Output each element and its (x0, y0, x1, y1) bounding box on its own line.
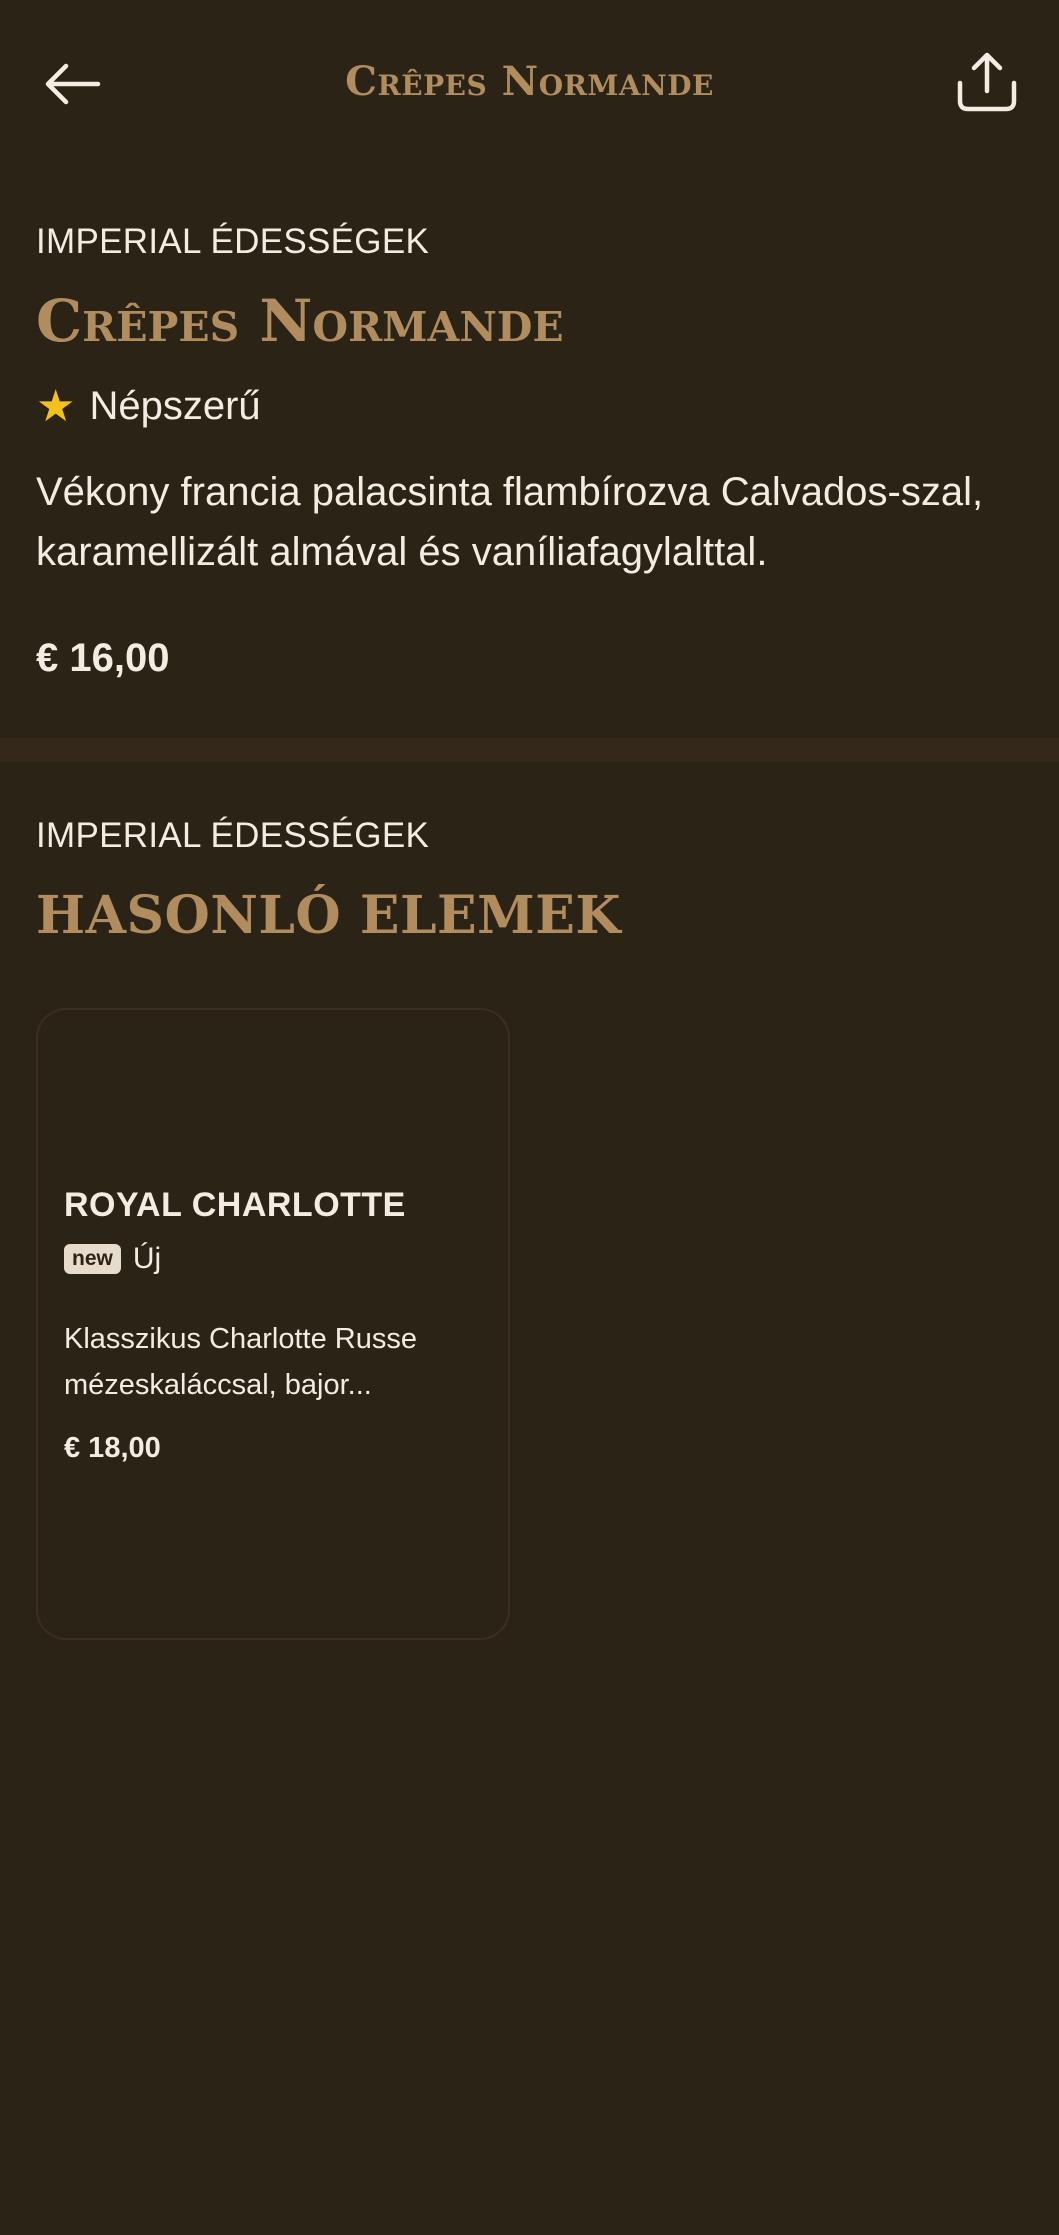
share-icon (956, 51, 1018, 117)
dish-description-wrap: Vékony francia palacsinta flambírozva Ca… (36, 462, 1026, 582)
dish-price-wrap: € 16,00 (36, 636, 1026, 681)
dish-title: Crêpes Normande (36, 287, 564, 355)
back-button[interactable] (36, 50, 108, 122)
similar-item-title: ROYAL CHARLOTTE (64, 1186, 406, 1224)
dish-description: Vékony francia palacsinta flambírozva Ca… (36, 470, 984, 574)
popular-tag-label: Népszerű (89, 384, 261, 428)
section-divider (0, 738, 1059, 762)
similar-category-wrap: IMPERIAL ÉDESSÉGEK (36, 816, 1026, 856)
star-icon: ★ (36, 381, 76, 431)
header-title: Crêpes Normande (345, 58, 714, 105)
similar-item-card[interactable]: ROYAL CHARLOTTE new Új Klasszikus Charlo… (36, 1008, 510, 1640)
dish-detail: IMPERIAL ÉDESSÉGEK (36, 222, 1026, 262)
similar-category: IMPERIAL ÉDESSÉGEK (36, 816, 430, 855)
popular-tag: ★ Népszerű (36, 384, 1026, 429)
top-bar: Crêpes Normande (0, 0, 1059, 170)
dish-category: IMPERIAL ÉDESSÉGEK (36, 222, 430, 261)
dish-price: € 16,00 (36, 636, 170, 680)
arrow-left-icon (42, 62, 102, 110)
dish-title-wrap: Crêpes Normande (36, 286, 1026, 356)
similar-heading: HASONLÓ ELEMEK (36, 885, 622, 946)
share-button[interactable] (951, 48, 1023, 120)
similar-heading-wrap: HASONLÓ ELEMEK (36, 884, 1026, 948)
similar-item-price: € 18,00 (64, 1432, 161, 1464)
new-tag: new Új (64, 1242, 161, 1276)
new-tag-label: Új (132, 1242, 162, 1275)
dish-tag: ★ Népszerű (36, 384, 1026, 429)
similar-item-description: Klasszikus Charlotte Russe mézeskaláccsa… (64, 1323, 417, 1401)
new-badge: new (64, 1244, 121, 1274)
